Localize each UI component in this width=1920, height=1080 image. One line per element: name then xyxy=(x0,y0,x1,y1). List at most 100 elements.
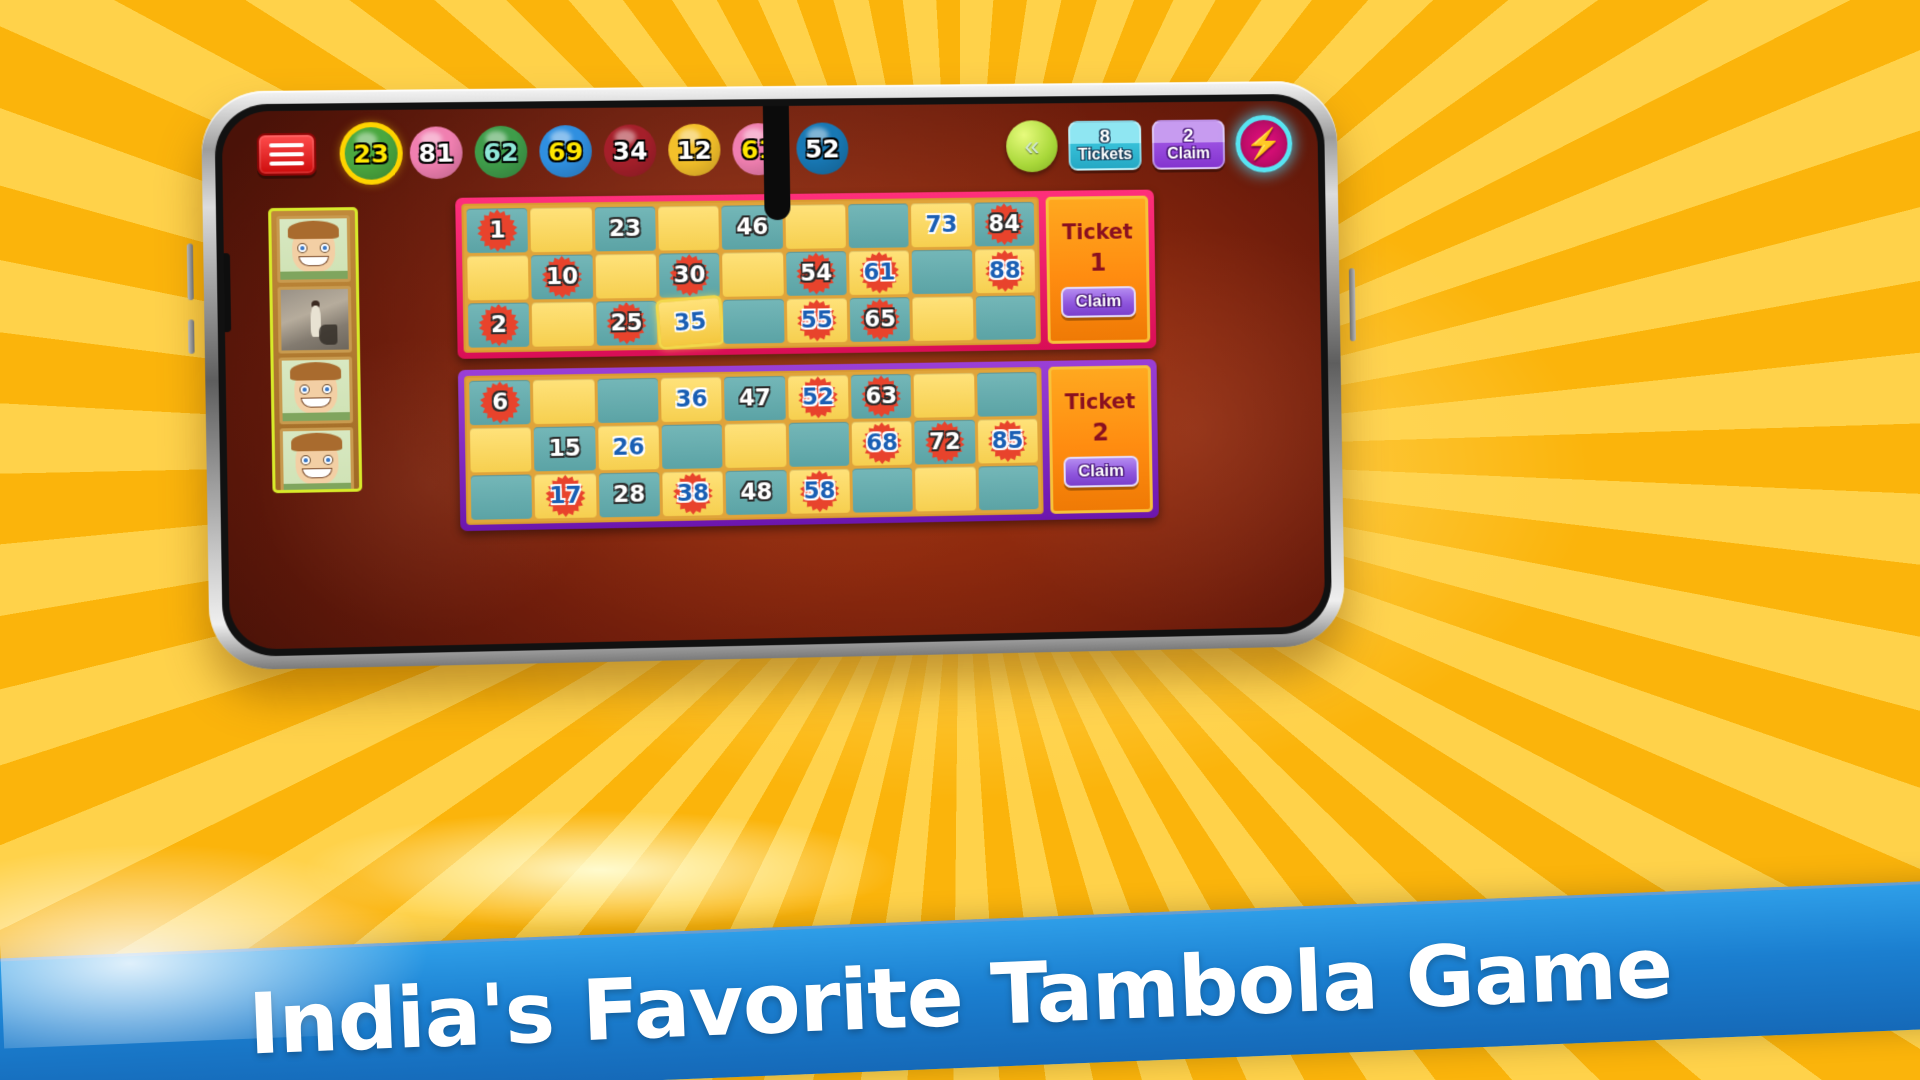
called-ball-23[interactable]: 23 xyxy=(344,126,399,180)
ticket-cell-number: 84 xyxy=(988,211,1021,238)
ticket-cell-empty xyxy=(913,372,975,418)
ticket-cell-1[interactable]: 1 xyxy=(466,208,529,254)
called-ball-34[interactable]: 34 xyxy=(603,124,657,177)
ticket-cell-number: 47 xyxy=(738,385,772,412)
called-ball-number: 81 xyxy=(418,137,455,168)
claim-chip[interactable]: 2 Claim xyxy=(1151,119,1226,170)
phone-volume-up-button xyxy=(186,243,194,301)
player-avatar-4[interactable] xyxy=(279,427,355,494)
ticket-cell-empty xyxy=(788,421,850,467)
ticket-cell-48[interactable]: 48 xyxy=(725,469,787,516)
ticket-cell-30[interactable]: 30 xyxy=(658,252,721,298)
ticket-cell-number: 58 xyxy=(803,478,836,505)
ticket-cell-empty xyxy=(852,467,914,513)
called-ball-81[interactable]: 81 xyxy=(409,126,463,180)
ticket-cell-number: 30 xyxy=(673,261,706,289)
ticket-claim-button-1[interactable]: Claim xyxy=(1060,286,1137,319)
header-right-controls: « 8 Tickets 2 Claim ⚡ xyxy=(1005,114,1293,176)
ticket-cell-number: 73 xyxy=(925,211,958,239)
ticket-claim-button-2[interactable]: Claim xyxy=(1063,456,1139,489)
called-ball-62[interactable]: 62 xyxy=(474,125,528,179)
hamburger-menu-icon[interactable] xyxy=(256,132,317,176)
ticket-cell-empty xyxy=(912,296,974,341)
ticket-cell-empty xyxy=(722,251,784,297)
ticket-cell-6[interactable]: 6 xyxy=(469,379,531,426)
ticket-cell-number: 23 xyxy=(608,215,642,243)
ticket-number: 1 xyxy=(1089,248,1107,277)
ticket-side-panel-1: Ticket 1 Claim xyxy=(1045,195,1151,344)
game-screen: 23 81 62 69 34 12 61 52 « 8 Tickets 2 Claim ⚡ xyxy=(221,100,1326,650)
ticket-number: 2 xyxy=(1092,418,1109,447)
ticket-cell-54[interactable]: 54 xyxy=(785,251,847,296)
ticket-cell-26[interactable]: 26 xyxy=(597,425,660,471)
player-avatar-3[interactable] xyxy=(278,356,354,425)
called-ball-69[interactable]: 69 xyxy=(539,124,593,178)
ticket-cell-68[interactable]: 68 xyxy=(851,420,913,466)
ticket-cell-number: 1 xyxy=(489,217,506,244)
ticket-title: Ticket xyxy=(1064,388,1136,414)
ticket-cell-empty xyxy=(530,207,593,253)
ticket-cell-number: 2 xyxy=(490,311,508,339)
ticket-cell-73[interactable]: 73 xyxy=(911,202,972,248)
ticket-card-2: 6 36 47 52 63 15 26 68 72 85 17 28 38 48 58 Ticket 2 Clai… xyxy=(457,359,1159,532)
ticket-cell-84[interactable]: 84 xyxy=(974,201,1035,247)
called-ball-12[interactable]: 12 xyxy=(667,123,721,177)
ticket-cell-empty xyxy=(975,295,1036,341)
ticket-cell-38[interactable]: 38 xyxy=(662,471,724,517)
ticket-cell-47[interactable]: 47 xyxy=(724,375,786,421)
called-ball-number: 34 xyxy=(612,135,648,166)
ticket-cell-empty xyxy=(658,205,720,251)
ticket-cell-61[interactable]: 61 xyxy=(848,250,910,296)
ticket-cell-number: 61 xyxy=(863,259,896,286)
ticket-card-1: 1 23 46 73 84 10 30 54 61 88 2 25 35 55 65 Ticket 1 Claim xyxy=(455,189,1157,359)
ticket-cell-2[interactable]: 2 xyxy=(467,302,530,348)
ticket-cell-number: 36 xyxy=(675,386,708,413)
ticket-cell-number: 52 xyxy=(801,384,835,411)
called-ball-52[interactable]: 52 xyxy=(796,122,849,175)
ticket-cell-52[interactable]: 52 xyxy=(787,374,849,420)
double-chevron-left-icon[interactable]: « xyxy=(1005,120,1058,173)
phone-volume-down-button xyxy=(187,319,195,354)
ticket-cell-empty xyxy=(911,249,973,295)
player-avatar-1[interactable] xyxy=(276,215,351,283)
called-ball-number: 23 xyxy=(353,138,390,169)
ticket-number-grid: 6 36 47 52 63 15 26 68 72 85 17 28 38 48 58 xyxy=(469,371,1039,520)
ticket-cell-55[interactable]: 55 xyxy=(786,298,848,343)
ticket-cell-number: 63 xyxy=(865,383,898,410)
ticket-cell-empty xyxy=(723,298,785,344)
ticket-cell-17[interactable]: 17 xyxy=(534,473,597,519)
called-ball-number: 12 xyxy=(676,135,713,165)
claim-count: 2 xyxy=(1182,125,1194,147)
ticket-cell-25[interactable]: 25 xyxy=(595,300,658,346)
ticket-cell-10[interactable]: 10 xyxy=(531,254,593,300)
ticket-cell-63[interactable]: 63 xyxy=(850,373,912,419)
player-avatar-2[interactable] xyxy=(277,285,352,354)
ticket-cell-empty xyxy=(915,466,976,512)
lightning-bolt-icon[interactable]: ⚡ xyxy=(1235,114,1293,173)
ticket-cell-number: 65 xyxy=(863,306,897,333)
ticket-cell-65[interactable]: 65 xyxy=(849,297,911,342)
phone-notch xyxy=(762,100,791,221)
ticket-cell-number: 85 xyxy=(991,427,1024,455)
ticket-number-grid: 1 23 46 73 84 10 30 54 61 88 2 25 35 55 65 xyxy=(466,201,1036,348)
ticket-cell-58[interactable]: 58 xyxy=(789,468,851,514)
ticket-cell-number: 68 xyxy=(865,430,899,457)
ticket-cell-28[interactable]: 28 xyxy=(598,472,660,518)
players-sidebar: 5 Players xyxy=(268,207,363,494)
claim-label: Claim xyxy=(1167,144,1211,163)
ticket-cell-85[interactable]: 85 xyxy=(977,418,1038,464)
ticket-cell-36[interactable]: 36 xyxy=(660,376,723,422)
tickets-area: 1 23 46 73 84 10 30 54 61 88 2 25 35 55 65 Ticket 1 Claim… xyxy=(455,189,1159,532)
ticket-cell-number: 17 xyxy=(549,482,582,510)
tickets-chip[interactable]: 8 Tickets xyxy=(1068,120,1142,171)
ticket-cell-88[interactable]: 88 xyxy=(974,248,1036,294)
phone-power-button xyxy=(1348,268,1356,342)
ticket-cell-35[interactable]: 35 xyxy=(658,297,723,347)
called-ball-number: 69 xyxy=(547,136,584,167)
ticket-cell-23[interactable]: 23 xyxy=(594,206,656,252)
ticket-cell-empty xyxy=(725,422,787,468)
ticket-cell-15[interactable]: 15 xyxy=(533,426,596,472)
ticket-cell-empty xyxy=(595,253,657,299)
ticket-cell-number: 28 xyxy=(613,481,646,509)
ticket-cell-72[interactable]: 72 xyxy=(914,419,976,465)
